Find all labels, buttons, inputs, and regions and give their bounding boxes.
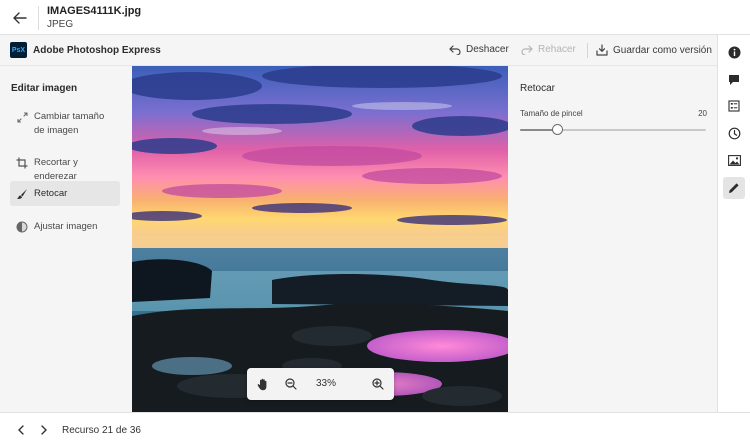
slider-thumb[interactable] [552, 124, 564, 135]
zoom-out-button[interactable] [283, 376, 299, 392]
menu-item-label: Cambiar tamaño de imagen [34, 111, 105, 136]
app-toolbar: PsX Adobe Photoshop Express Deshacer Reh… [0, 35, 717, 66]
comment-icon [729, 75, 739, 85]
pan-button[interactable] [255, 376, 271, 392]
brush-icon [16, 188, 28, 200]
toolbar-divider [587, 43, 588, 58]
menu-item-resize[interactable]: Cambiar tamaño de imagen [10, 106, 120, 142]
brush-size-value: 20 [698, 109, 707, 118]
history-button[interactable] [723, 122, 745, 144]
settings-title: Retocar [520, 83, 556, 94]
crop-icon [16, 157, 28, 169]
undo-label: Deshacer [466, 44, 509, 55]
photoshop-express-logo: PsX [10, 42, 27, 58]
redo-icon [521, 44, 533, 55]
properties-button[interactable] [723, 95, 745, 117]
edit-image-panel: Editar imagen Cambiar tamaño de imagen R… [0, 66, 132, 412]
asset-navigation-bar: Recurso 21 de 36 [0, 412, 750, 445]
info-icon [728, 46, 740, 58]
zoom-out-icon [285, 378, 297, 390]
menu-item-label: Ajustar imagen [34, 221, 98, 232]
sunset-photo [132, 66, 508, 412]
next-asset-button[interactable] [37, 423, 51, 437]
panel-title: Editar imagen [11, 83, 78, 94]
image-canvas[interactable] [132, 66, 508, 412]
history-icon [728, 127, 740, 139]
asset-counter: Recurso 21 de 36 [62, 425, 141, 436]
edit-button[interactable] [723, 177, 745, 199]
adjust-icon [16, 221, 28, 233]
zoom-in-icon [372, 378, 384, 390]
file-name: IMAGES4111K.jpg [47, 5, 142, 17]
right-rail [717, 35, 750, 412]
resize-icon [16, 111, 28, 123]
redo-label: Rehacer [538, 44, 576, 55]
properties-icon [728, 100, 740, 112]
image-button[interactable] [723, 149, 745, 171]
edit-icon [729, 183, 739, 193]
file-header: IMAGES4111K.jpg JPEG [0, 0, 750, 35]
app-title: Adobe Photoshop Express [33, 45, 161, 56]
zoom-level: 33% [315, 378, 336, 389]
menu-item-label: Recortar y enderezar [34, 157, 78, 182]
comments-button[interactable] [723, 69, 745, 91]
menu-item-adjust[interactable]: Ajustar imagen [10, 216, 120, 238]
redo-button[interactable]: Rehacer [521, 44, 576, 55]
arrow-left-icon [13, 12, 27, 24]
brush-size-label: Tamaño de pincel [520, 109, 583, 118]
info-button[interactable] [723, 41, 745, 63]
save-version-button[interactable]: Guardar como versión [596, 44, 712, 56]
retouch-settings-panel: Retocar Tamaño de pincel 20 [508, 66, 717, 412]
previous-asset-button[interactable] [14, 423, 28, 437]
save-download-icon [596, 44, 608, 56]
image-icon [727, 154, 741, 166]
undo-button[interactable]: Deshacer [449, 44, 509, 55]
brush-size-slider[interactable] [520, 124, 706, 135]
zoom-toolbar: 33% [247, 368, 394, 400]
save-version-label: Guardar como versión [613, 44, 712, 56]
undo-icon [449, 44, 461, 55]
menu-item-label: Retocar [34, 188, 68, 199]
chevron-left-icon [18, 425, 24, 435]
chevron-right-icon [41, 425, 47, 435]
zoom-in-button[interactable] [370, 376, 386, 392]
back-button[interactable] [10, 8, 30, 28]
hand-icon [257, 378, 267, 390]
menu-item-retouch[interactable]: Retocar [10, 181, 120, 206]
file-type: JPEG [47, 19, 74, 30]
header-divider [38, 6, 39, 30]
